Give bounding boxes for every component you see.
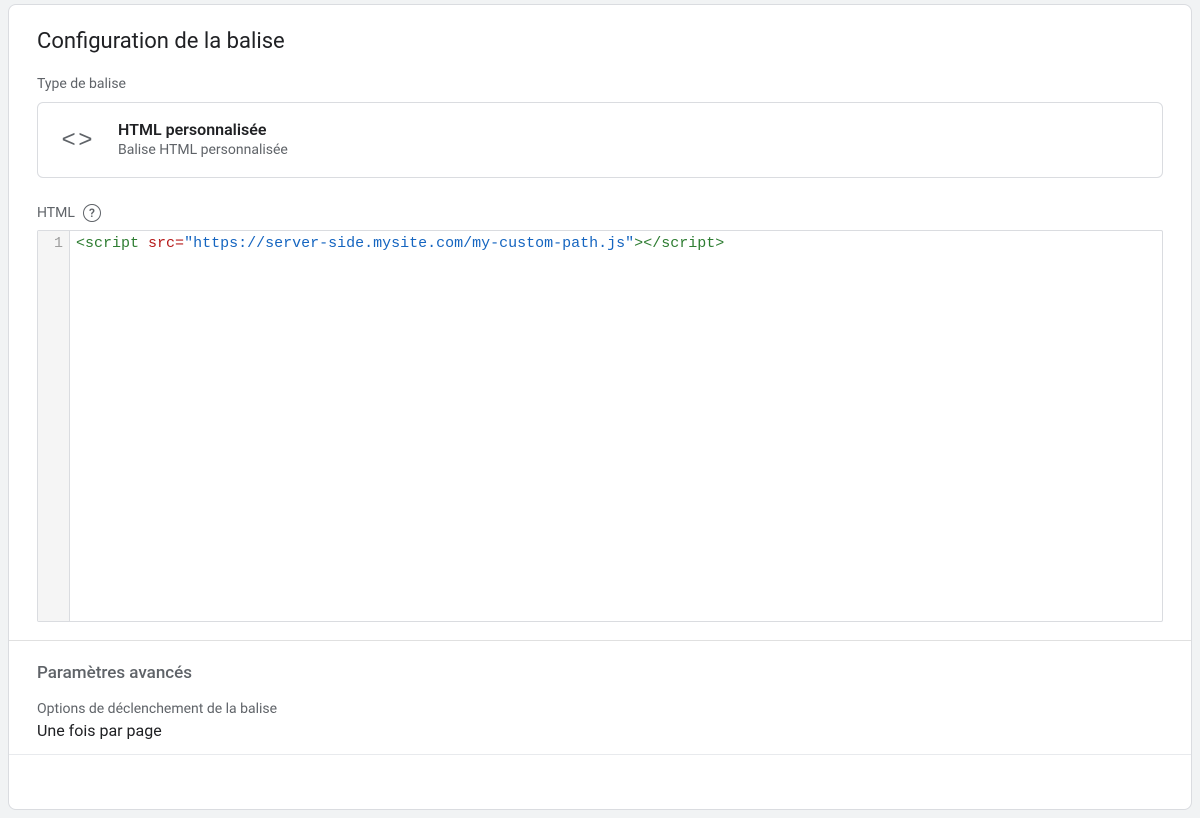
tag-type-desc: Balise HTML personnalisée	[118, 141, 288, 161]
html-field-label: HTML	[37, 205, 75, 221]
html-code-editor[interactable]: 1 <script src="https://server-side.mysit…	[37, 230, 1163, 622]
code-area[interactable]: <script src="https://server-side.mysite.…	[70, 231, 1162, 621]
code-gutter: 1	[38, 231, 70, 621]
token-open-tag: <script	[76, 235, 139, 252]
token-close-tag-b: ipt>	[688, 235, 724, 252]
token-quote-open: "	[184, 235, 193, 252]
tag-type-name: HTML personnalisée	[118, 119, 288, 141]
section-divider-2	[9, 754, 1191, 755]
token-quote-close: "	[625, 235, 634, 252]
token-space	[139, 235, 148, 252]
token-eq: =	[175, 235, 184, 252]
token-close-tag-a: </scr	[643, 235, 688, 252]
html-label-row: HTML ?	[37, 204, 1163, 222]
tag-type-label: Type de balise	[37, 76, 1163, 92]
code-icon: < >	[58, 122, 94, 158]
advanced-settings-title[interactable]: Paramètres avancés	[37, 663, 1163, 683]
tag-type-text: HTML personnalisée Balise HTML personnal…	[118, 119, 288, 161]
card-title: Configuration de la balise	[37, 29, 1163, 54]
section-divider	[9, 640, 1191, 641]
help-icon[interactable]: ?	[83, 204, 101, 222]
token-attr-name: src	[148, 235, 175, 252]
tag-type-selector[interactable]: < > HTML personnalisée Balise HTML perso…	[37, 102, 1163, 178]
trigger-option-label: Options de déclenchement de la balise	[37, 701, 1163, 717]
token-open-tag-end: >	[634, 235, 643, 252]
token-attr-value: https://server-side.mysite.com/my-custom…	[193, 235, 625, 252]
line-number: 1	[38, 235, 63, 252]
trigger-option-value[interactable]: Une fois par page	[37, 721, 1163, 740]
tag-config-card: Configuration de la balise Type de balis…	[8, 4, 1192, 810]
